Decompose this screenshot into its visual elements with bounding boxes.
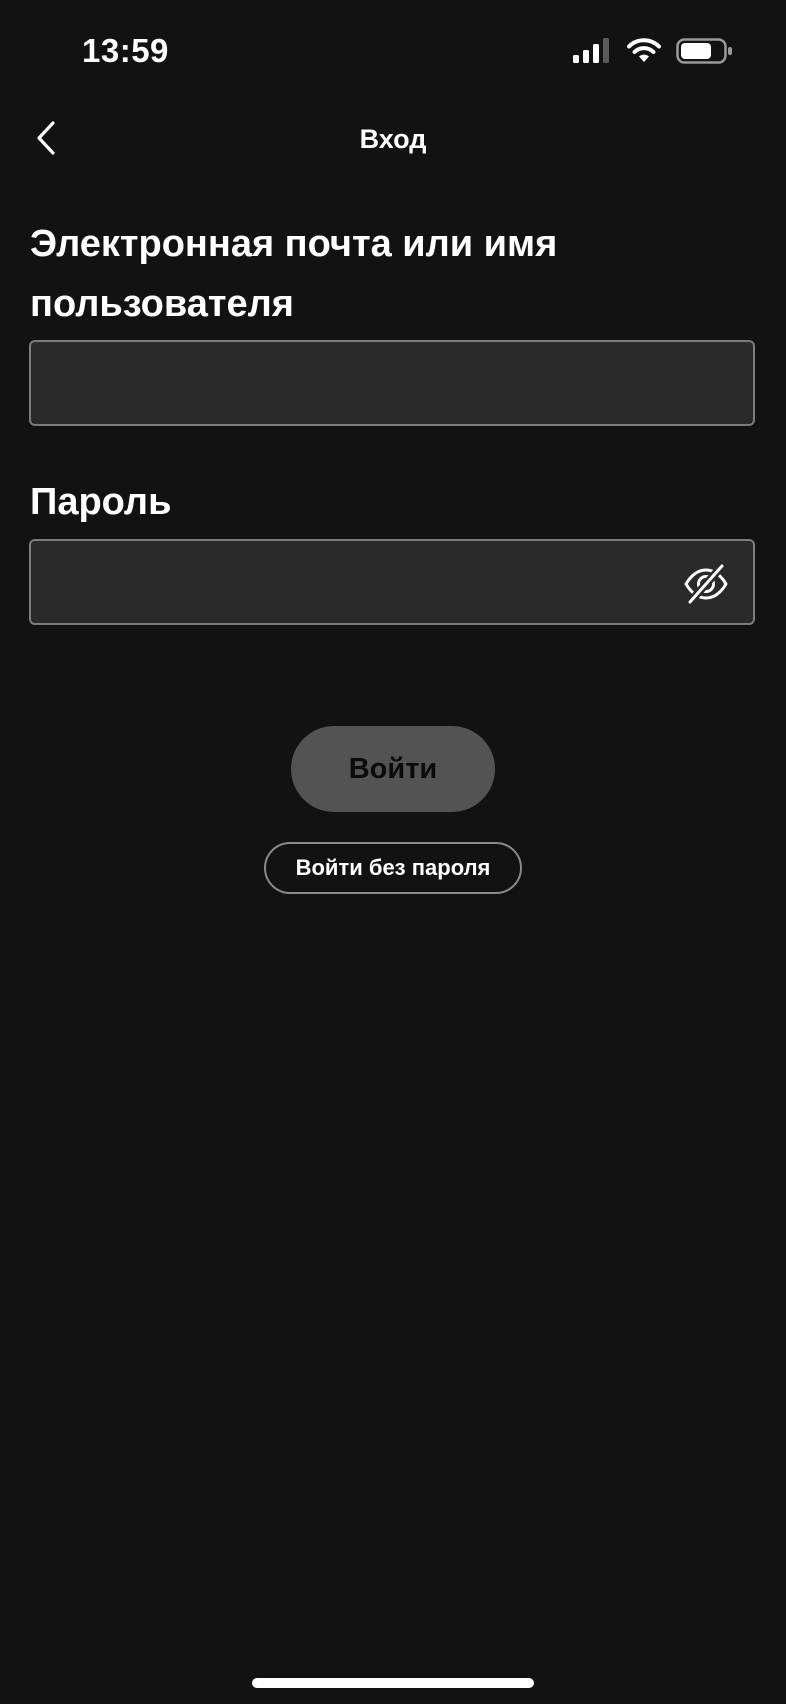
- battery-icon: [676, 38, 734, 69]
- cellular-signal-icon: [572, 38, 612, 69]
- home-indicator[interactable]: [252, 1678, 534, 1688]
- email-field-box[interactable]: [29, 340, 755, 426]
- login-without-password-button[interactable]: Войти без пароля: [264, 842, 522, 894]
- email-label: Электронная почта или имя пользователя: [30, 223, 558, 325]
- login-button[interactable]: Войти: [291, 726, 495, 812]
- show-password-toggle[interactable]: [683, 561, 729, 607]
- page-title: Вход: [359, 124, 427, 154]
- status-bar: 13:59: [0, 0, 786, 100]
- status-icons: [572, 38, 734, 69]
- password-label: Пароль: [30, 481, 172, 523]
- nav-bar: Вход: [0, 110, 786, 170]
- email-field[interactable]: [31, 342, 753, 424]
- status-time: 13:59: [82, 32, 169, 69]
- eye-slash-icon: [684, 562, 728, 606]
- wifi-icon: [626, 38, 662, 69]
- password-field-box[interactable]: [29, 539, 755, 625]
- password-field[interactable]: [31, 541, 753, 623]
